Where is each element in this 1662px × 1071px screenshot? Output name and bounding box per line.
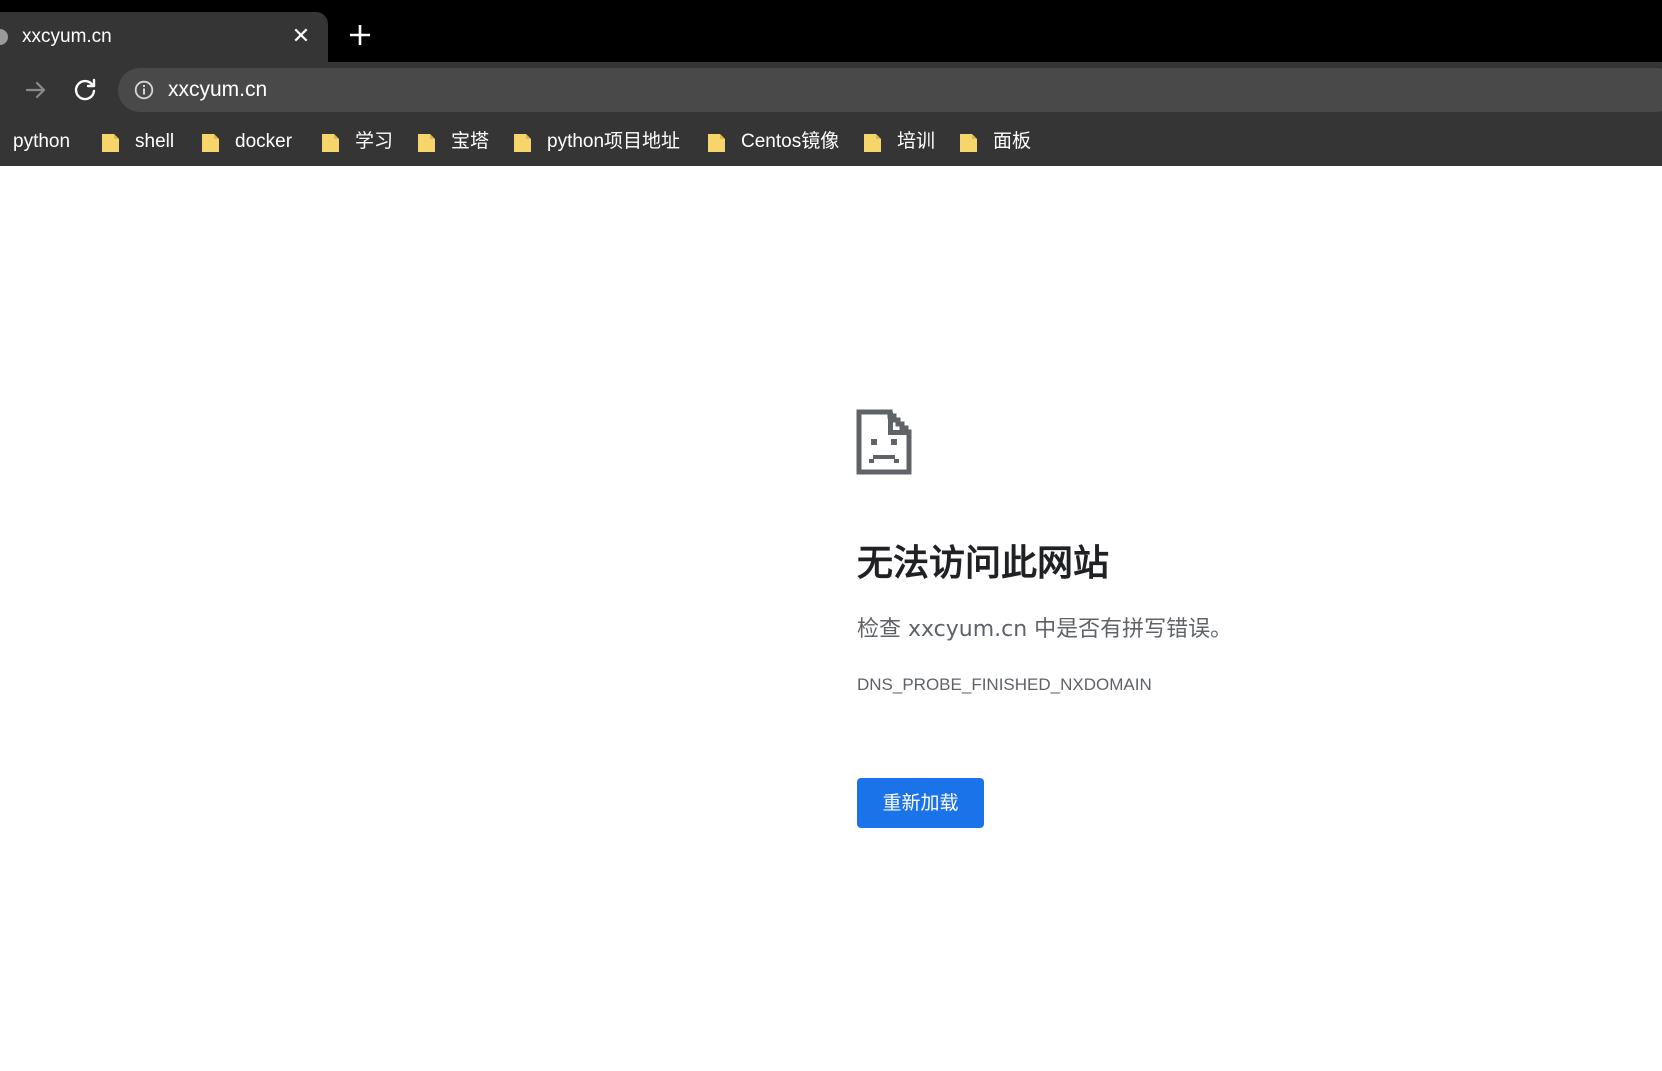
bookmark-label: 宝塔	[451, 131, 490, 152]
reload-icon[interactable]	[69, 74, 101, 106]
bookmark-label: shell	[135, 131, 175, 152]
bookmark-label: 培训	[897, 131, 936, 152]
arrow-right-icon[interactable]	[20, 74, 52, 106]
bookmark-folder-docker[interactable]: docker	[202, 128, 292, 156]
bookmark-label: python	[13, 131, 71, 152]
bookmarks-bar: python shell docker 学习 宝塔 python项目地址 Cen…	[0, 118, 1662, 166]
url-text[interactable]: xxcyum.cn	[168, 77, 267, 103]
toolbar: xxcyum.cn	[0, 62, 1662, 118]
folder-icon	[960, 133, 977, 152]
folder-icon	[322, 133, 339, 152]
bookmark-label: python项目地址	[547, 131, 681, 152]
bookmark-folder-baota[interactable]: 宝塔	[418, 128, 489, 156]
info-icon[interactable]	[134, 80, 154, 100]
bookmark-folder-shell[interactable]: shell	[102, 128, 174, 156]
bookmark-python[interactable]: python	[13, 128, 70, 156]
bookmark-label: Centos镜像	[741, 131, 840, 152]
error-page: 无法访问此网站 检查 xxcyum.cn 中是否有拼写错误。 DNS_PROBE…	[0, 166, 1662, 1071]
bookmark-folder-python-projects[interactable]: python项目地址	[514, 128, 680, 156]
sad-page-icon	[856, 409, 912, 475]
globe-icon	[0, 29, 8, 45]
error-detail: 检查 xxcyum.cn 中是否有拼写错误。	[857, 617, 1233, 642]
folder-icon	[102, 133, 119, 152]
bookmark-folder-study[interactable]: 学习	[322, 128, 393, 156]
tab-title: xxcyum.cn	[22, 26, 112, 47]
folder-icon	[708, 133, 725, 152]
plus-icon[interactable]	[345, 20, 375, 50]
bookmark-folder-panel[interactable]: 面板	[960, 128, 1031, 156]
bookmark-label: 学习	[355, 131, 394, 152]
bookmark-label: 面板	[993, 131, 1032, 152]
address-bar[interactable]: xxcyum.cn	[118, 68, 1662, 112]
bookmark-label: docker	[235, 131, 293, 152]
folder-icon	[514, 133, 531, 152]
error-code: DNS_PROBE_FINISHED_NXDOMAIN	[857, 675, 1152, 694]
folder-icon	[418, 133, 435, 152]
folder-icon	[202, 133, 219, 152]
folder-icon	[864, 133, 881, 152]
tab-strip: xxcyum.cn ✕	[0, 0, 1662, 62]
bookmark-folder-training[interactable]: 培训	[864, 128, 935, 156]
close-tab-button[interactable]: ✕	[288, 24, 314, 50]
bookmark-folder-centos[interactable]: Centos镜像	[708, 128, 839, 156]
reload-button[interactable]: 重新加载	[857, 778, 984, 828]
active-tab[interactable]: xxcyum.cn ✕	[0, 12, 328, 62]
error-title: 无法访问此网站	[857, 543, 1110, 584]
